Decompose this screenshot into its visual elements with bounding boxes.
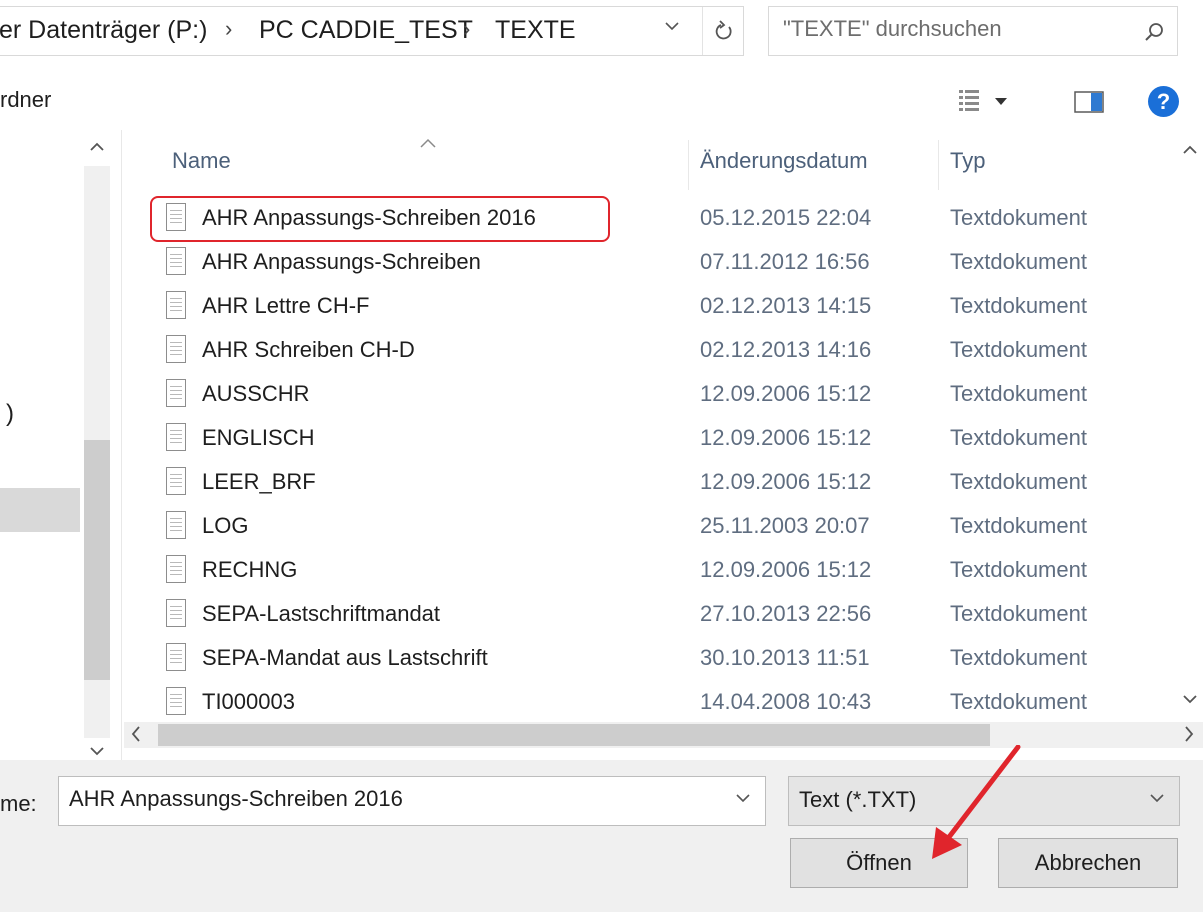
file-name: SEPA-Lastschriftmandat [202, 601, 441, 626]
file-type: Textdokument [950, 513, 1087, 538]
text-file-icon [166, 555, 186, 583]
text-file-icon [166, 247, 186, 275]
table-row[interactable]: LOG 25.11.2003 20:07 Textdokument [122, 508, 1182, 551]
file-date: 12.09.2006 15:12 [700, 557, 872, 582]
sort-ascending-icon [418, 132, 438, 155]
preview-pane-icon [1074, 91, 1104, 113]
help-icon[interactable]: ? [1148, 86, 1179, 117]
breadcrumb-texte[interactable]: TEXTE [495, 16, 576, 45]
text-file-icon [166, 643, 186, 671]
file-type: Textdokument [950, 601, 1087, 626]
file-name: AHR Lettre CH-F [202, 293, 370, 318]
file-date: 30.10.2013 11:51 [700, 645, 870, 670]
view-options-icon [959, 90, 1007, 111]
column-header-type[interactable]: Typ [950, 148, 985, 174]
text-file-icon [166, 379, 186, 407]
file-name: AHR Anpassungs-Schreiben [202, 249, 481, 274]
file-type: Textdokument [950, 381, 1087, 406]
view-options-button[interactable] [957, 86, 1015, 116]
table-row[interactable]: ENGLISCH 12.09.2006 15:12 Textdokument [122, 420, 1182, 463]
file-date: 05.12.2015 22:04 [700, 205, 872, 230]
table-row[interactable]: AHR Lettre CH-F 02.12.2013 14:15 Textdok… [122, 288, 1182, 331]
filetype-value: Text (*.TXT) [799, 787, 917, 812]
file-date: 02.12.2013 14:15 [700, 293, 872, 318]
chevron-down-icon[interactable] [1149, 788, 1165, 809]
horizontal-scrollbar-thumb[interactable] [158, 724, 990, 746]
column-divider[interactable] [688, 140, 689, 190]
text-file-icon [166, 599, 186, 627]
nav-scrollbar-thumb[interactable] [84, 440, 110, 680]
search-icon[interactable] [1143, 21, 1165, 43]
chevron-left-icon[interactable] [130, 723, 142, 750]
file-type: Textdokument [950, 689, 1087, 714]
file-date: 07.11.2012 16:56 [700, 249, 870, 274]
file-date: 25.11.2003 20:07 [700, 513, 870, 538]
chevron-down-icon[interactable] [1182, 692, 1198, 710]
file-date: 27.10.2013 22:56 [700, 601, 872, 626]
file-date: 14.04.2008 10:43 [700, 689, 872, 714]
column-divider[interactable] [938, 140, 939, 190]
chevron-down-icon[interactable] [663, 17, 681, 41]
filename-input[interactable] [69, 786, 709, 812]
chevron-right-icon[interactable]: › [225, 16, 232, 42]
text-file-icon [166, 511, 186, 539]
file-date: 02.12.2013 14:16 [700, 337, 872, 362]
table-row[interactable]: AHR Anpassungs-Schreiben 07.11.2012 16:5… [122, 244, 1182, 287]
file-date: 12.09.2006 15:12 [700, 425, 872, 450]
file-name: SEPA-Mandat aus Lastschrift [202, 645, 488, 670]
file-name: ENGLISCH [202, 425, 315, 450]
nav-item-partial-text[interactable]: ) [6, 400, 14, 428]
search-input[interactable] [783, 16, 1113, 42]
new-folder-button[interactable]: rdner [0, 87, 51, 113]
file-type: Textdokument [950, 337, 1087, 362]
file-type: Textdokument [950, 469, 1087, 494]
text-file-icon [166, 335, 186, 363]
chevron-right-icon[interactable]: › [463, 16, 470, 42]
file-name: LOG [202, 513, 249, 538]
breadcrumb-pc-caddie-test[interactable]: PC CADDIE_TEST [259, 16, 473, 45]
file-date: 12.09.2006 15:12 [700, 381, 872, 406]
table-row[interactable]: SEPA-Mandat aus Lastschrift 30.10.2013 1… [122, 640, 1182, 683]
table-row[interactable]: SEPA-Lastschriftmandat 27.10.2013 22:56 … [122, 596, 1182, 639]
refresh-button[interactable] [702, 7, 745, 55]
table-row[interactable]: AUSSCHR 12.09.2006 15:12 Textdokument [122, 376, 1182, 419]
search-box[interactable] [768, 6, 1178, 56]
column-header-name[interactable]: Name [172, 148, 231, 174]
text-file-icon [166, 687, 186, 715]
annotation-arrow-icon [932, 745, 1021, 859]
chevron-up-icon[interactable] [1182, 143, 1198, 161]
text-file-icon [166, 467, 186, 495]
table-row[interactable]: RECHNG 12.09.2006 15:12 Textdokument [122, 552, 1182, 595]
file-name: AUSSCHR [202, 381, 310, 406]
table-row[interactable]: LEER_BRF 12.09.2006 15:12 Textdokument [122, 464, 1182, 507]
file-name: RECHNG [202, 557, 298, 582]
chevron-right-icon[interactable] [1183, 723, 1195, 750]
text-file-icon [166, 291, 186, 319]
text-file-icon [166, 423, 186, 451]
file-date: 12.09.2006 15:12 [700, 469, 872, 494]
file-type: Textdokument [950, 425, 1087, 450]
table-row[interactable]: AHR Schreiben CH-D 02.12.2013 14:16 Text… [122, 332, 1182, 375]
column-header-date[interactable]: Änderungsdatum [700, 148, 868, 174]
file-name: TI000003 [202, 689, 295, 714]
chevron-down-icon[interactable] [735, 788, 751, 809]
file-type: Textdokument [950, 249, 1087, 274]
filename-label: me: [0, 791, 37, 816]
preview-pane-button[interactable] [1074, 91, 1104, 113]
file-type: Textdokument [950, 557, 1087, 582]
filename-combobox[interactable] [58, 776, 766, 826]
address-bar[interactable]: er Datenträger (P:) › PC CADDIE_TEST › T… [0, 6, 744, 56]
file-type: Textdokument [950, 205, 1087, 230]
nav-selected-item[interactable] [0, 488, 80, 532]
file-type: Textdokument [950, 645, 1087, 670]
breadcrumb-drive[interactable]: er Datenträger (P:) [0, 16, 207, 45]
refresh-icon [715, 20, 732, 40]
file-name: LEER_BRF [202, 469, 316, 494]
file-name: AHR Schreiben CH-D [202, 337, 415, 362]
highlight-annotation [150, 196, 610, 242]
file-type: Textdokument [950, 293, 1087, 318]
table-row[interactable]: TI000003 14.04.2008 10:43 Textdokument [122, 684, 1182, 725]
chevron-up-icon[interactable] [89, 140, 105, 158]
